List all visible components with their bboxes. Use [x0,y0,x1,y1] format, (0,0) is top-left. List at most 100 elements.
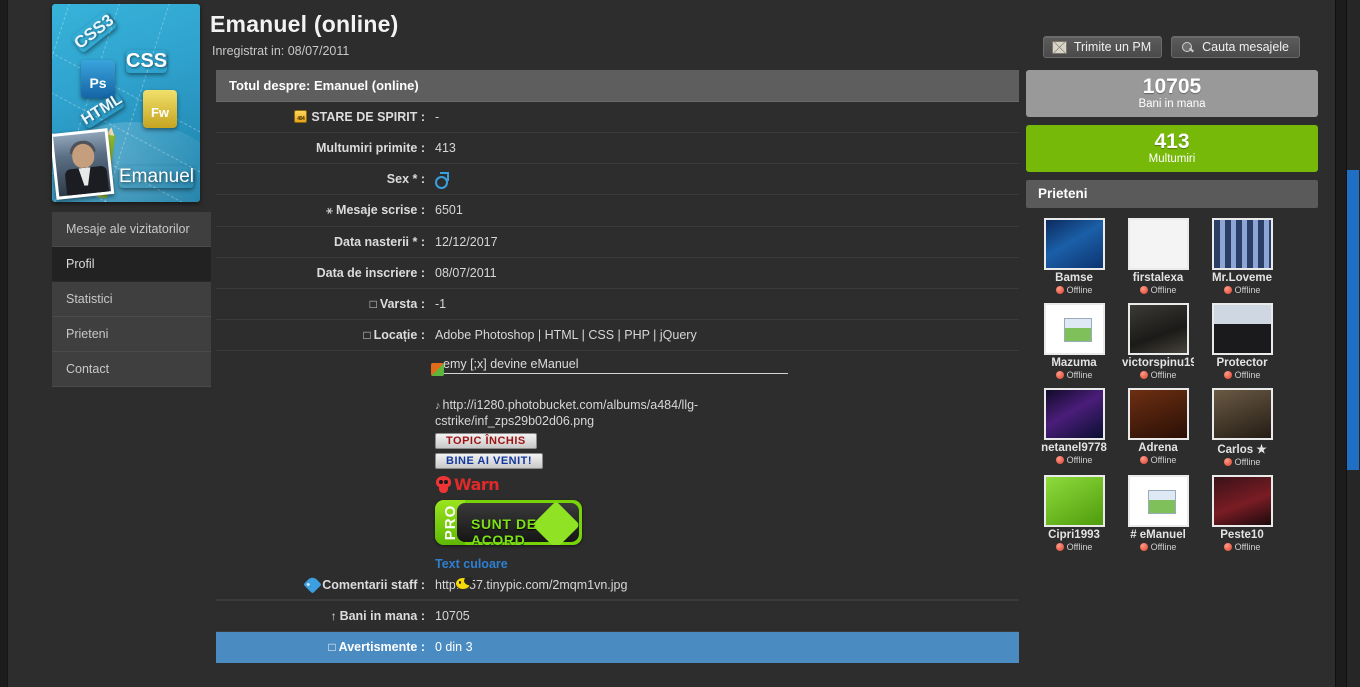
left-sidebar: CSS3 CSS Ps HTML Fw Emanuel Mesaje ale v… [44,0,211,687]
offline-dot-icon [1055,456,1064,464]
friend-avatar[interactable] [1211,475,1273,527]
avatar-tag-css: CSS [126,50,168,72]
badge-topic-inchis: TOPIC ÎNCHIS [435,433,537,449]
search-icon [1180,41,1195,54]
signature-content: emy [;x] devine eManuel ♪ http://i1280.ph… [425,351,788,599]
registration-date: Inregistrat in: 08/07/2011 [212,44,350,58]
friend-item[interactable]: Bamse Offline [1038,218,1110,295]
row-label-inscriere: Data de inscriere : [316,266,425,280]
scrollbar-thumb[interactable] [1347,170,1359,470]
friend-status: Offline [1038,370,1110,380]
friend-item[interactable]: Adrena Offline [1122,388,1194,467]
friend-name: # eManuel [1130,529,1186,541]
friend-status: Offline [1122,285,1194,295]
friend-item[interactable]: Peste10 Offline [1206,475,1278,552]
friend-name: firstalexa [1132,272,1184,284]
friend-item[interactable]: Protector Offline [1206,303,1278,380]
friend-avatar[interactable] [1043,303,1105,355]
sidebar-item-contact[interactable]: Contact [52,352,211,387]
table-row: Sex * : [216,164,1019,195]
search-messages-label: Cauta mesajele [1202,40,1289,54]
warn-label: Warn [454,475,500,494]
friend-item[interactable]: victorspinu19 Offline [1122,303,1194,380]
stat-thanks-label: Multumiri [1148,153,1196,165]
stat-thanks-value: 413 [1154,130,1190,153]
friend-name: Peste10 [1220,529,1264,541]
profile-panel: Totul despre: Emanuel (online) STARE DE … [216,70,1019,687]
box-icon: □ [328,640,336,654]
friends-title: Prieteni [1026,180,1318,208]
stat-bani-in-mana: 10705 Bani in mana [1026,70,1318,117]
scrollbar-track[interactable] [1346,0,1360,687]
friend-item[interactable]: Cipri1993 Offline [1038,475,1110,552]
friend-item[interactable]: netanel9778 Offline [1038,388,1110,467]
tag-icon [303,575,322,594]
row-value-bani: 10705 [435,609,470,623]
friend-item[interactable]: # eManuel Offline [1122,475,1194,552]
friend-status: Offline [1122,542,1194,552]
offline-dot-icon [1139,286,1148,294]
row-value-multumiri: 413 [435,141,456,155]
friend-avatar[interactable] [1043,218,1105,270]
signature-image-url[interactable]: ♪ http://i1280.photobucket.com/albums/a48… [435,398,698,429]
sidebar-item-prieteni[interactable]: Prieteni [52,317,211,352]
right-sidebar: 10705 Bani in mana 413 Multumiri Prieten… [1026,70,1318,672]
offline-dot-icon [1139,371,1148,379]
friend-avatar[interactable] [1211,218,1273,270]
friend-avatar[interactable] [1127,475,1189,527]
row-value-inscriere: 08/07/2011 [435,266,497,280]
offline-dot-icon [1223,371,1232,379]
friend-status: Offline [1038,542,1110,552]
search-messages-button[interactable]: Cauta mesajele [1171,36,1300,58]
avatar-username: Emanuel [119,166,194,187]
send-pm-button[interactable]: Trimite un PM [1042,36,1163,58]
friend-avatar[interactable] [1211,303,1273,355]
stat-money-label: Bani in mana [1138,98,1206,110]
friend-status: Offline [1206,542,1278,552]
friend-name: netanel9778 [1041,442,1107,454]
row-value-locatie: Adobe Photoshop | HTML | CSS | PHP | jQu… [435,328,697,342]
row-label-varsta: □ Varsta : [369,297,425,311]
send-pm-label: Trimite un PM [1073,40,1152,54]
row-label-avertismente: □ Avertismente : [328,640,425,654]
row-value-stare: - [435,110,440,124]
table-row: STARE DE SPIRIT : - [216,102,1019,133]
friend-avatar[interactable] [1127,218,1189,270]
friend-name: Protector [1216,357,1268,369]
row-value-avertismente: 0 din 3 [435,640,473,654]
sidebar-item-mesaje[interactable]: Mesaje ale vizitatorilor [52,212,211,247]
friend-item[interactable]: Carlos ★ Offline [1206,388,1278,467]
table-row: □ Locație : Adobe Photoshop | HTML | CSS … [216,320,1019,351]
badge-bine-ai-venit: BINE AI VENIT! [435,453,544,469]
sidebar-item-statistici[interactable]: Statistici [52,282,211,317]
signature-row: emy [;x] devine eManuel ♪ http://i1280.ph… [216,351,1019,600]
table-row: Data de inscriere : 08/07/2011 [216,258,1019,289]
sidebar-item-profil[interactable]: Profil [52,247,211,282]
friend-avatar[interactable] [1211,388,1273,440]
page-header: Emanuel (online) Inregistrat in: 08/07/2… [210,0,1336,70]
table-row: ↑ Bani in mana : 10705 [216,601,1019,632]
pro-acord-badge: PRO SUNT DE ACORD [435,500,582,545]
friend-name: Adrena [1138,442,1178,454]
image-placeholder-icon [1129,477,1187,525]
badge-topic-inchis-wrap: TOPIC ÎNCHIS [435,429,788,449]
friend-name: victorspinu19 [1122,357,1194,369]
friend-avatar[interactable] [1043,475,1105,527]
friend-item[interactable]: Mr.Loveme Offline [1206,218,1278,295]
friend-status: Offline [1038,285,1110,295]
table-row: Multumiri primite : 413 [216,133,1019,164]
friend-avatar[interactable] [1127,303,1189,355]
avatar-photo [52,128,115,200]
friend-name: Mr.Loveme [1211,272,1273,284]
music-note-icon: ♪ [435,400,441,412]
friends-grid: Bamse Offline firstalexa Offline Mr.Loveme Of… [1026,218,1318,560]
friend-avatar[interactable] [1043,388,1105,440]
friend-avatar[interactable] [1127,388,1189,440]
table-row-avertismente[interactable]: □ Avertismente : 0 din 3 [216,632,1019,663]
signature-title-wrap: emy [;x] devine eManuel [431,357,788,376]
refresh-icon [431,363,444,376]
friend-item[interactable]: Mazuma Offline [1038,303,1110,380]
friend-item[interactable]: firstalexa Offline [1122,218,1194,295]
offline-dot-icon [1139,543,1148,551]
envelope-icon [1051,40,1067,54]
